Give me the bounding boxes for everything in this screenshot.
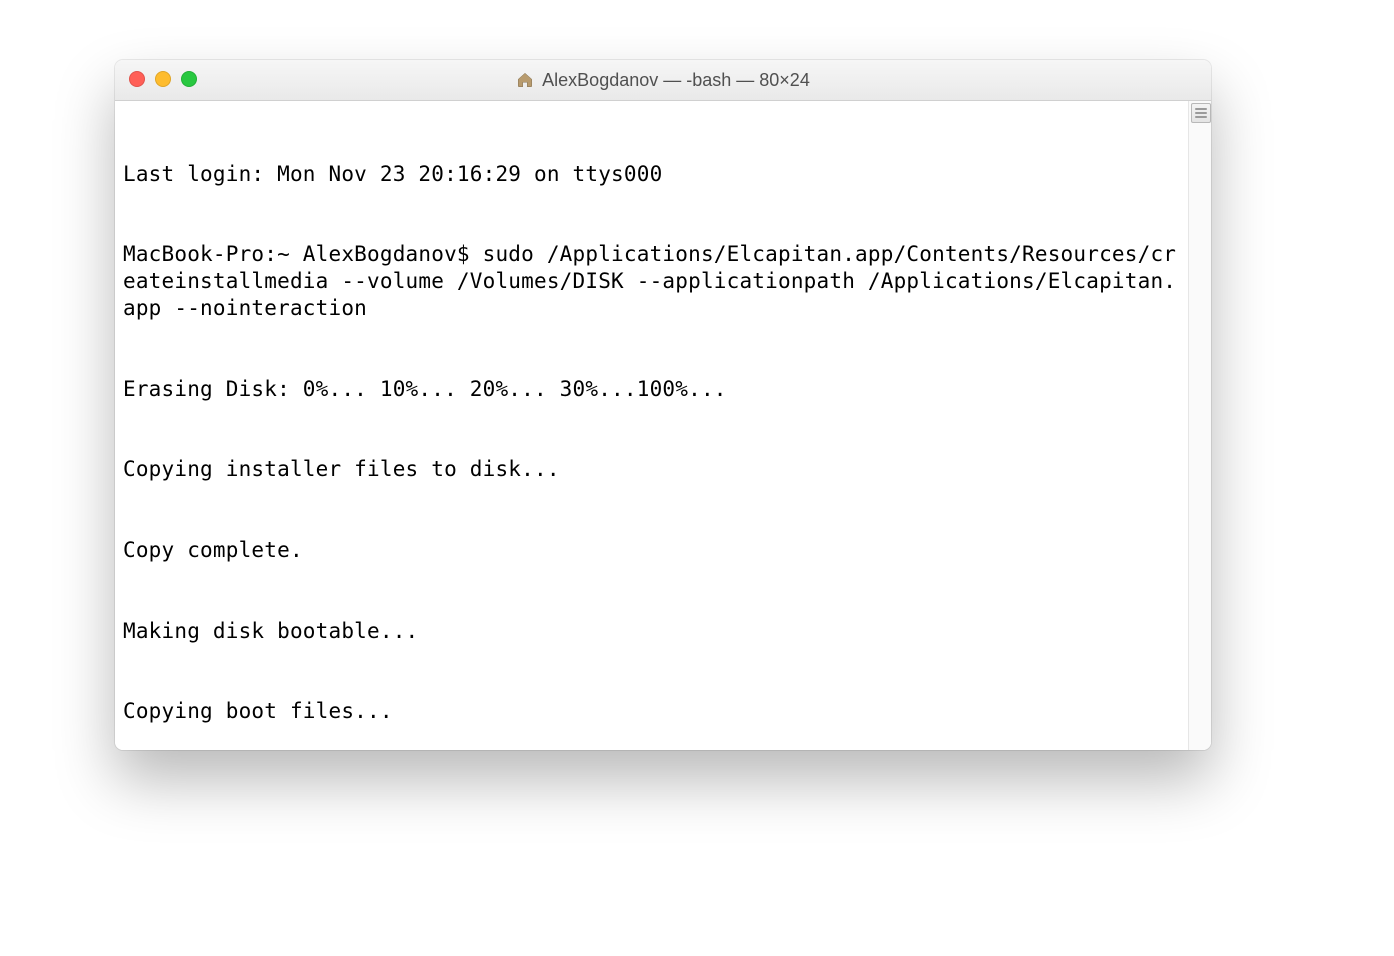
window-titlebar[interactable]: AlexBogdanov — -bash — 80×24 bbox=[115, 60, 1211, 101]
minimize-button[interactable] bbox=[155, 71, 171, 87]
maximize-button[interactable] bbox=[181, 71, 197, 87]
terminal-output[interactable]: Last login: Mon Nov 23 20:16:29 on ttys0… bbox=[115, 101, 1188, 750]
terminal-line: Copy complete. bbox=[123, 537, 1180, 564]
home-icon bbox=[516, 71, 534, 89]
terminal-line: Copying installer files to disk... bbox=[123, 456, 1180, 483]
window-title-wrap: AlexBogdanov — -bash — 80×24 bbox=[516, 70, 810, 91]
window-traffic-lights bbox=[129, 71, 197, 87]
window-title: AlexBogdanov — -bash — 80×24 bbox=[542, 70, 810, 91]
terminal-line: Making disk bootable... bbox=[123, 618, 1180, 645]
terminal-line: Last login: Mon Nov 23 20:16:29 on ttys0… bbox=[123, 161, 1180, 188]
scrollbar[interactable] bbox=[1188, 101, 1211, 750]
window-body: Last login: Mon Nov 23 20:16:29 on ttys0… bbox=[115, 101, 1211, 750]
terminal-line: MacBook-Pro:~ AlexBogdanov$ sudo /Applic… bbox=[123, 241, 1180, 322]
terminal-window: AlexBogdanov — -bash — 80×24 Last login:… bbox=[115, 60, 1211, 750]
terminal-line: Copying boot files... bbox=[123, 698, 1180, 725]
close-button[interactable] bbox=[129, 71, 145, 87]
terminal-line: Erasing Disk: 0%... 10%... 20%... 30%...… bbox=[123, 376, 1180, 403]
scrollbar-grip-icon[interactable] bbox=[1191, 103, 1211, 123]
